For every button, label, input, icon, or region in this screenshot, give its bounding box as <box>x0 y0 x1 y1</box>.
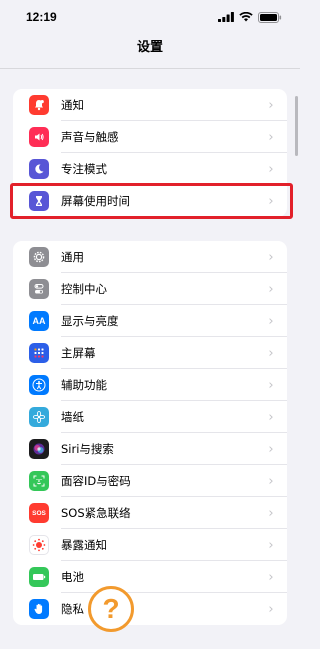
chevron-right-icon: › <box>268 537 274 553</box>
settings-row-privacy[interactable]: 隐私 › <box>13 593 287 625</box>
row-label: 显示与亮度 <box>61 314 119 328</box>
wifi-icon <box>239 12 253 22</box>
row-label: 控制中心 <box>61 282 107 296</box>
row-label: 面容ID与密码 <box>61 474 131 488</box>
row-label: 暴露通知 <box>61 538 107 552</box>
settings-group-2: 通用 › 控制中心 › AA 显示与亮度 › 主屏幕 › 辅助功能 › 墙纸 ›… <box>13 241 287 625</box>
gear-icon <box>29 247 49 267</box>
battery-icon <box>29 567 49 587</box>
settings-row-control-center[interactable]: 控制中心 › <box>13 273 287 305</box>
row-label: 声音与触感 <box>61 130 119 144</box>
chevron-right-icon: › <box>268 377 274 393</box>
settings-row-battery[interactable]: 电池 › <box>13 561 287 593</box>
chevron-right-icon: › <box>268 129 274 145</box>
battery-status-icon <box>258 11 282 23</box>
sos-glyph: SOS <box>32 509 46 517</box>
chevron-right-icon: › <box>268 409 274 425</box>
row-label: 墙纸 <box>61 410 84 424</box>
settings-row-face-id[interactable]: 面容ID与密码 › <box>13 465 287 497</box>
bell-icon <box>29 95 49 115</box>
settings-row-sounds[interactable]: 声音与触感 › <box>13 121 287 153</box>
chevron-right-icon: › <box>268 281 274 297</box>
home-grid-icon <box>29 343 49 363</box>
hourglass-icon <box>29 191 49 211</box>
status-time: 12:19 <box>26 10 57 24</box>
scrollbar[interactable] <box>295 96 298 156</box>
flower-icon <box>29 407 49 427</box>
settings-row-exposure[interactable]: 暴露通知 › <box>13 529 287 561</box>
row-label: 专注模式 <box>61 162 107 176</box>
toggles-icon <box>29 279 49 299</box>
text-size-glyph: AA <box>32 316 46 326</box>
exposure-icon <box>29 535 49 555</box>
moon-icon <box>29 159 49 179</box>
settings-row-home-screen[interactable]: 主屏幕 › <box>13 337 287 369</box>
settings-row-sos[interactable]: SOS SOS紧急联络 › <box>13 497 287 529</box>
settings-row-wallpaper[interactable]: 墙纸 › <box>13 401 287 433</box>
settings-row-focus[interactable]: 专注模式 › <box>13 153 287 185</box>
nav-divider <box>0 68 300 69</box>
siri-icon <box>29 439 49 459</box>
settings-group-1: 通知 › 声音与触感 › 专注模式 › 屏幕使用时间 › <box>10 89 293 219</box>
cellular-signal-icon <box>218 12 234 22</box>
status-bar: 12:19 <box>0 0 300 34</box>
chevron-right-icon: › <box>268 313 274 329</box>
settings-row-accessibility[interactable]: 辅助功能 › <box>13 369 287 401</box>
row-label: 电池 <box>61 570 84 584</box>
row-label: Siri与搜索 <box>61 442 114 456</box>
row-label: 主屏幕 <box>61 346 96 360</box>
chevron-right-icon: › <box>268 345 274 361</box>
chevron-right-icon: › <box>268 601 274 617</box>
chevron-right-icon: › <box>268 249 274 265</box>
settings-row-notifications[interactable]: 通知 › <box>13 89 287 121</box>
accessibility-icon <box>29 375 49 395</box>
sos-icon: SOS <box>29 503 49 523</box>
chevron-right-icon: › <box>268 473 274 489</box>
chevron-right-icon: › <box>268 193 274 209</box>
status-icons <box>218 11 282 23</box>
speaker-icon <box>29 127 49 147</box>
text-size-icon: AA <box>29 311 49 331</box>
help-badge[interactable]: ? <box>88 586 134 632</box>
settings-row-display[interactable]: AA 显示与亮度 › <box>13 305 287 337</box>
face-id-icon <box>29 471 49 491</box>
row-label: 屏幕使用时间 <box>61 194 130 208</box>
page-title: 设置 <box>136 40 163 55</box>
row-label: 通知 <box>61 98 84 112</box>
row-label: SOS紧急联络 <box>61 506 131 520</box>
chevron-right-icon: › <box>268 569 274 585</box>
settings-row-screen-time[interactable]: 屏幕使用时间 › <box>10 183 293 219</box>
settings-row-siri[interactable]: Siri与搜索 › <box>13 433 287 465</box>
chevron-right-icon: › <box>268 161 274 177</box>
settings-row-general[interactable]: 通用 › <box>13 241 287 273</box>
chevron-right-icon: › <box>268 441 274 457</box>
row-label: 辅助功能 <box>61 378 107 392</box>
row-label: 通用 <box>61 250 84 264</box>
hand-icon <box>29 599 49 619</box>
chevron-right-icon: › <box>268 97 274 113</box>
chevron-right-icon: › <box>268 505 274 521</box>
